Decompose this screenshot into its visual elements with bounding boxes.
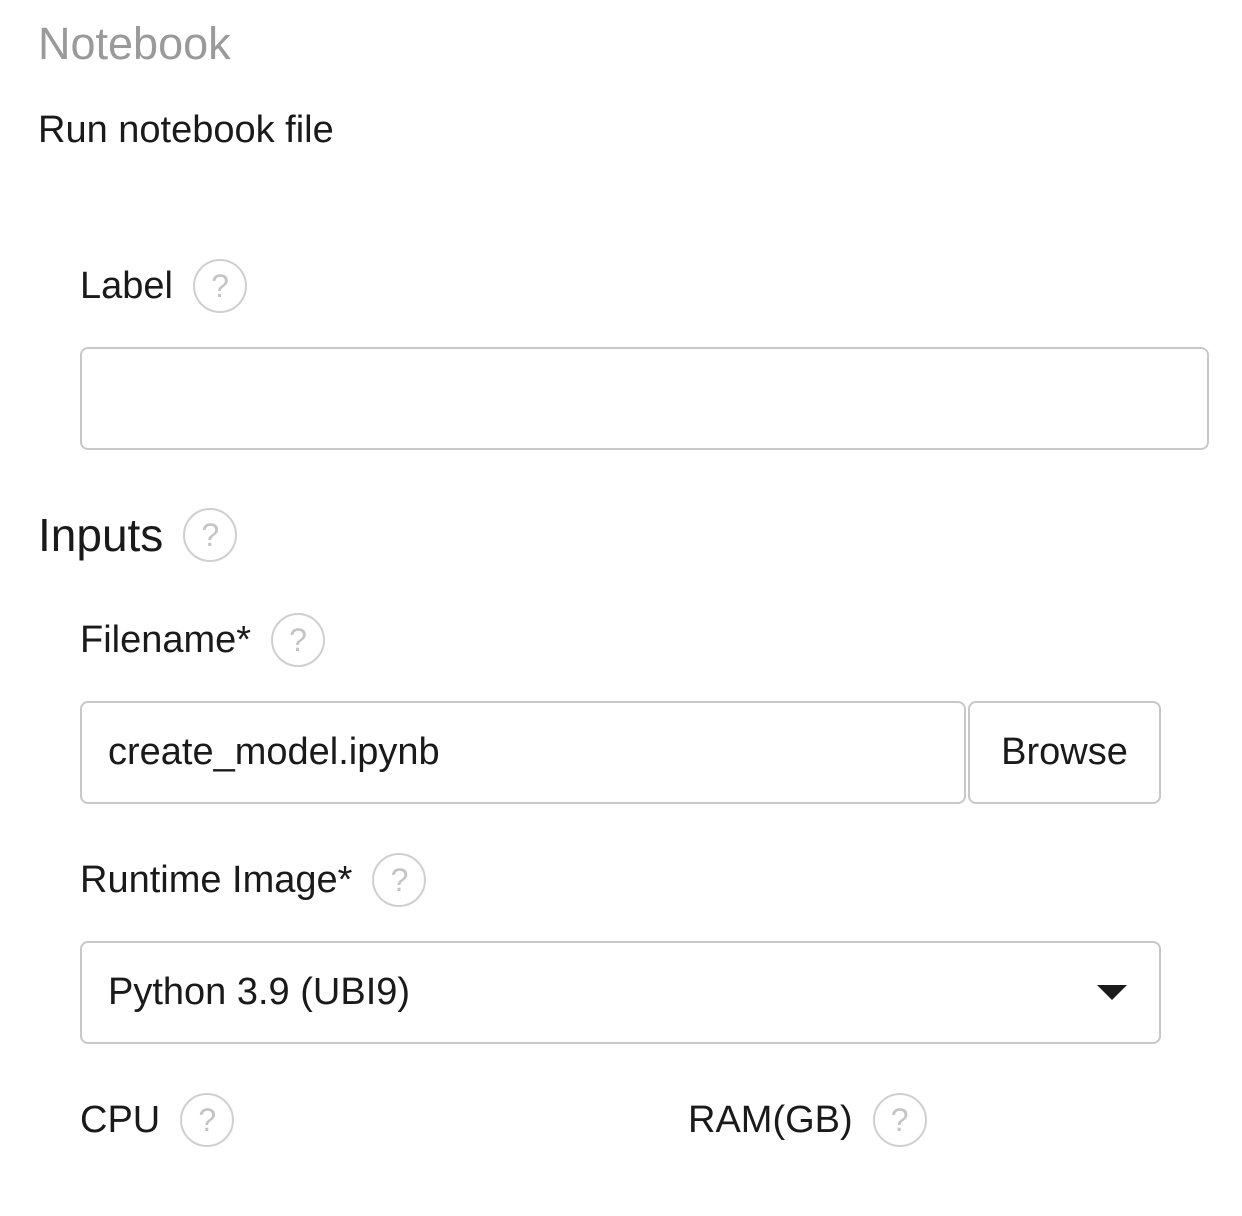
node-description: Run notebook file xyxy=(38,109,334,151)
ram-field-label: RAM(GB) ? xyxy=(688,1093,927,1147)
cpu-label-text: CPU xyxy=(80,1099,161,1141)
ram-help-icon[interactable]: ? xyxy=(872,1093,927,1147)
cpu-field-label: CPU ? xyxy=(80,1093,235,1147)
label-field-text: Label xyxy=(80,265,173,307)
filename-input[interactable] xyxy=(80,701,966,804)
inputs-help-icon[interactable]: ? xyxy=(183,508,238,562)
label-field-label: Label ? xyxy=(80,259,247,313)
caret-down-icon xyxy=(1097,985,1127,1000)
label-help-icon[interactable]: ? xyxy=(192,259,247,313)
filename-field-label: Filename* ? xyxy=(80,613,326,667)
label-input[interactable] xyxy=(80,347,1209,450)
cpu-help-icon[interactable]: ? xyxy=(180,1093,235,1147)
inputs-section-header: Inputs ? xyxy=(38,507,238,563)
ram-label-text: RAM(GB) xyxy=(688,1099,853,1141)
browse-button[interactable]: Browse xyxy=(968,701,1161,804)
filename-help-icon[interactable]: ? xyxy=(271,613,326,667)
runtime-image-label-text: Runtime Image* xyxy=(80,859,353,901)
runtime-image-selected-value: Python 3.9 (UBI9) xyxy=(108,971,411,1013)
runtime-image-select[interactable]: Python 3.9 (UBI9) xyxy=(80,941,1161,1044)
filename-label-text: Filename* xyxy=(80,619,252,661)
inputs-section-title: Inputs xyxy=(38,509,164,561)
node-type-title: Notebook xyxy=(38,18,231,69)
runtime-image-field-label: Runtime Image* ? xyxy=(80,853,427,907)
runtime-image-help-icon[interactable]: ? xyxy=(372,853,427,907)
